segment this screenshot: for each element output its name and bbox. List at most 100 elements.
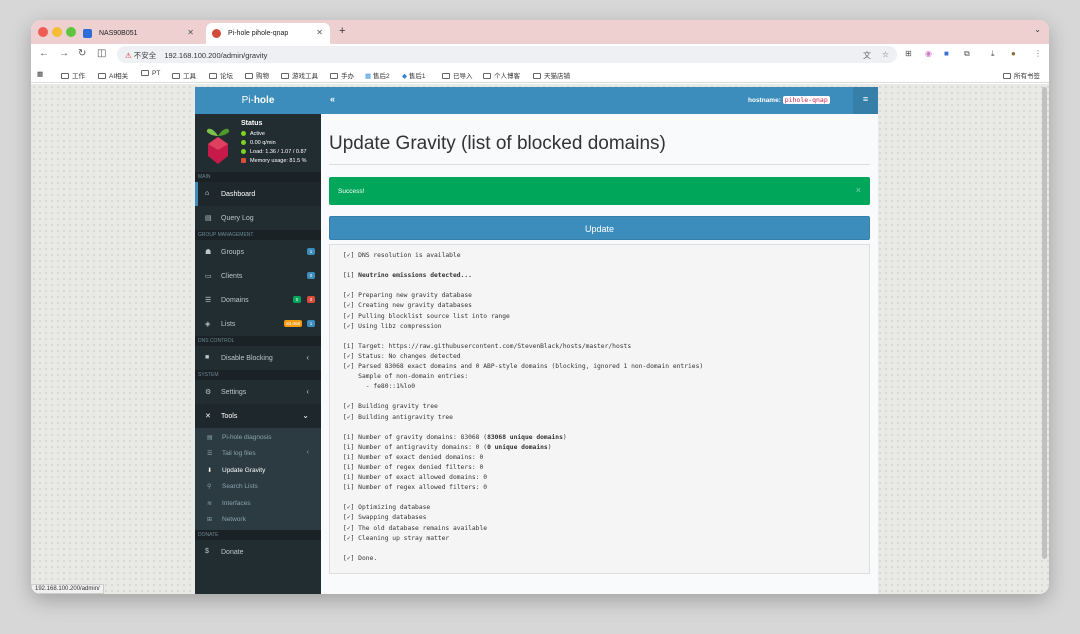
donate-icon: $ (205, 548, 209, 556)
sidebar-item-donate[interactable]: $ Donate (195, 540, 321, 564)
sidebar-item-update-gravity[interactable]: ⬇ Update Gravity (195, 463, 321, 479)
folder-icon (483, 73, 491, 79)
extension-icon[interactable]: ◉ (925, 49, 932, 58)
folder-icon (172, 73, 180, 79)
content: Update Gravity (list of blocked domains)… (321, 114, 878, 594)
bookmark-star-icon[interactable]: ☆ (882, 50, 889, 59)
output-line: Sample of non-domain entries: (343, 373, 469, 381)
status-memory: Memory usage: 81.5 % (241, 158, 307, 164)
avatar[interactable]: ● (1011, 49, 1016, 58)
bookmark-link[interactable]: ◆ 售后1 (402, 70, 425, 80)
extension-icon[interactable]: ⊞ (905, 49, 912, 58)
collapse-sidebar-icon[interactable]: « (330, 94, 335, 104)
bookmark-folder[interactable]: 已导入 (442, 70, 473, 80)
sidebar-item-tools[interactable]: ✕ Tools ⌄ (195, 404, 321, 428)
folder-icon (209, 73, 217, 79)
sidebar-item-domains[interactable]: ☰ Domains 0 0 (195, 288, 321, 312)
bookmark-folder[interactable]: 个人博客 (483, 70, 520, 80)
lists-count-badge: 1 (307, 320, 315, 327)
bookmark-folder[interactable]: 工具 (172, 70, 196, 80)
laptop-icon: ▭ (205, 273, 212, 280)
update-button[interactable]: Update (329, 216, 870, 240)
list-icon: ☰ (205, 297, 212, 304)
output-line: [i] Number of regex allowed filters: 0 (343, 484, 488, 492)
file-icon: ▤ (205, 215, 212, 222)
sidebar-item-lists[interactable]: ◈ Lists 83,068 1 (195, 312, 321, 336)
minimize-window-button[interactable] (52, 27, 62, 37)
bookmark-folder[interactable]: 游戏工具 (281, 70, 318, 80)
chevron-left-icon: ‹ (306, 449, 309, 457)
sidebar-item-settings[interactable]: ⚙ Settings ‹ (195, 380, 321, 404)
gravity-output: [✓] DNS resolution is available [i] Neutr… (329, 244, 870, 574)
translate-icon[interactable]: 文 (863, 50, 871, 61)
kebab-menu-icon[interactable]: ⋮ (1034, 49, 1042, 58)
sidebar-item-network[interactable]: ⊞ Network (195, 512, 321, 528)
output-line: [✓] Swapping databases (343, 514, 427, 522)
page-scrollbar[interactable] (1042, 87, 1047, 559)
bookmark-folder[interactable]: 购物 (245, 70, 269, 80)
domains-denied-badge: 0 (307, 296, 315, 303)
tools-submenu: ▤ Pi-hole diagnosis ☰ Tail log files ‹ ⬇ Upd… (195, 428, 321, 531)
windows-icon: ▦ (365, 73, 372, 80)
warning-icon: ⚠ (125, 51, 132, 60)
bookmark-link[interactable]: ▦ 售后2 (365, 70, 390, 80)
sidebar-item-disable-blocking[interactable]: ■ Disable Blocking ‹ (195, 346, 321, 370)
bookmark-folder[interactable]: PT (141, 70, 160, 77)
output-line: [✓] Pulling blocklist source list into r… (343, 312, 510, 320)
bookmark-folder[interactable]: 工作 (61, 70, 85, 80)
back-icon[interactable]: ← (39, 48, 49, 59)
sidebar-item-query-log[interactable]: ▤ Query Log (195, 206, 321, 230)
domains-allowed-badge: 0 (293, 296, 301, 303)
bookmark-folder[interactable]: AI相关 (98, 70, 128, 80)
extension-icon[interactable]: ■ (944, 49, 949, 58)
tab-title: NAS90B051 (99, 30, 138, 37)
download-icon[interactable]: ⤓ (991, 49, 995, 59)
section-header-donate: DONATE (195, 530, 321, 541)
sidebar-item-tail-log[interactable]: ☰ Tail log files ‹ (195, 446, 321, 462)
sidebar-item-search-lists[interactable]: ⚲ Search Lists (195, 479, 321, 495)
all-bookmarks-folder[interactable]: 所有书签 (1003, 70, 1040, 80)
tab-pihole[interactable]: Pi-hole pihole-qnap ✕ (206, 23, 330, 44)
sidebar-item-groups[interactable]: ☗ Groups 1 (195, 240, 321, 264)
chevron-left-icon: ‹ (306, 387, 309, 396)
maximize-window-button[interactable] (66, 27, 76, 37)
forward-icon[interactable]: → (59, 48, 69, 59)
close-tab-icon[interactable]: ✕ (187, 28, 194, 37)
close-tab-icon[interactable]: ✕ (316, 28, 323, 37)
logo[interactable]: Pi-hole (195, 87, 321, 114)
folder-icon (1003, 73, 1011, 79)
sidebar: Pi-hole Status Active 0.00 q/min Load: 1… (195, 87, 321, 594)
extensions-puzzle-icon[interactable]: ⧉ (964, 49, 970, 59)
output-line: [✓] Cleaning up stray matter (343, 534, 450, 542)
apps-grid-icon[interactable]: ▦ (37, 70, 43, 78)
tab-nas[interactable]: NAS90B051 ✕ (77, 23, 201, 44)
output-line: [✓] DNS resolution is available (343, 252, 461, 259)
bookmark-folder[interactable]: 论坛 (209, 70, 233, 80)
security-indicator[interactable]: ⚠ 不安全 (125, 51, 156, 60)
search-icon: ⚲ (207, 484, 212, 491)
pihole-logo-icon (206, 128, 230, 164)
address-bar[interactable]: ⚠ 不安全 192.168.100.200/admin/gravity 文 ☆ (117, 46, 897, 63)
chevron-down-icon[interactable]: ⌄ (1034, 25, 1041, 34)
reload-icon[interactable]: ↻ (78, 48, 86, 59)
hostname-display: hostname: pihole-qnap (748, 96, 830, 104)
sidebar-toggle-icon[interactable]: ◫ (97, 48, 106, 59)
sidebar-item-interfaces[interactable]: ≋ Interfaces (195, 496, 321, 512)
bookmark-folder[interactable]: 天猫店铺 (533, 70, 570, 80)
close-icon[interactable]: × (856, 185, 861, 195)
shield-icon: ◈ (205, 321, 211, 328)
close-window-button[interactable] (38, 27, 48, 37)
section-header-dns: DNS CONTROL (195, 336, 321, 346)
sidebar-item-diagnosis[interactable]: ▤ Pi-hole diagnosis (195, 430, 321, 446)
bookmark-folder[interactable]: 手办 (330, 70, 354, 80)
sidebar-item-dashboard[interactable]: ⌂ Dashboard (195, 182, 321, 206)
hamburger-menu-icon[interactable]: ≡ (853, 87, 878, 114)
sidebar-item-clients[interactable]: ▭ Clients 0 (195, 264, 321, 288)
chevron-down-icon: ⌄ (302, 411, 309, 420)
new-tab-button[interactable]: + (339, 25, 345, 37)
folder-icon (245, 73, 253, 79)
output-line: [i] Target: https://raw.githubuserconten… (343, 342, 632, 350)
